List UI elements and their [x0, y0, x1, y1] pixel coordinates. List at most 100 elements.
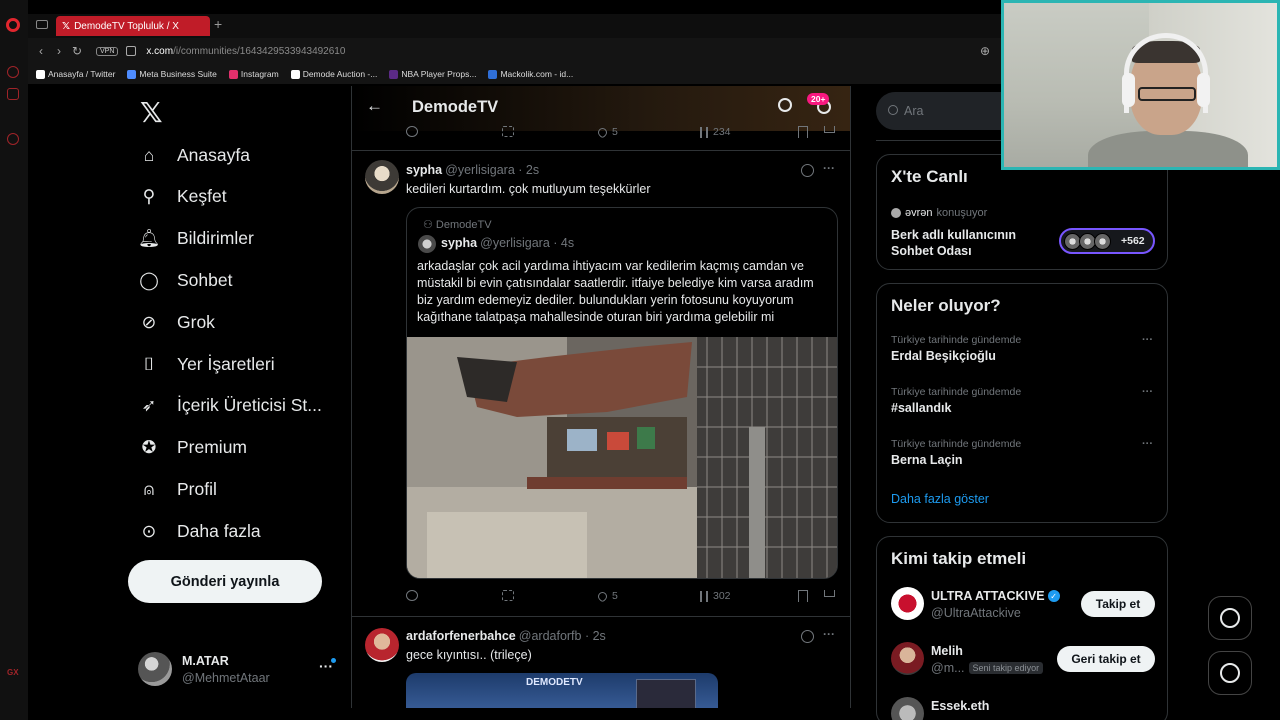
- like-count: 5: [612, 126, 618, 138]
- nav-item-8[interactable]: ✪ Premium: [138, 428, 247, 468]
- follow-suggestion[interactable]: Essek.eth: [891, 697, 1157, 720]
- follow-suggestion[interactable]: Melih @m... Seni takip ediyor Geri takip et: [891, 642, 1157, 682]
- quoted-tweet[interactable]: ⚇ DemodeTV sypha @yerlisigara · 4s arkada…: [406, 207, 838, 579]
- grok-icon[interactable]: [801, 164, 814, 177]
- person-icon: ⍝: [143, 478, 155, 499]
- nav-item-label: İçerik Üreticisi St...: [177, 395, 322, 416]
- follow-button[interactable]: Geri takip et: [1057, 646, 1155, 672]
- bookmark-item[interactable]: Demode Auction -...: [290, 69, 377, 79]
- space-title[interactable]: Berk adlı kullanıcının Sohbet Odası: [891, 227, 1041, 259]
- bookmark-item[interactable]: NBA Player Props...: [389, 69, 476, 79]
- back-icon[interactable]: ‹: [32, 44, 50, 58]
- retweet-icon[interactable]: [502, 126, 514, 137]
- tweet-photo[interactable]: [407, 337, 837, 578]
- trend-item[interactable]: Türkiye tarihinde gündemde Berna Laçin ···: [891, 438, 1157, 467]
- avatar[interactable]: [891, 642, 924, 675]
- more-icon[interactable]: ···: [823, 161, 835, 175]
- forward-icon[interactable]: ›: [50, 44, 68, 58]
- tweet-author[interactable]: ardaforfenerbahce @ardaforfb · 2s: [406, 629, 606, 643]
- lock-icon[interactable]: [126, 46, 137, 56]
- nav-item-3[interactable]: 🔔︎ Bildirimler: [138, 219, 254, 259]
- more-icon[interactable]: ···: [823, 627, 835, 641]
- tweet[interactable]: sypha @yerlisigara · 2s kedileri kurtardı…: [352, 150, 850, 616]
- nav-item-2[interactable]: ⚲ Keşfet: [138, 177, 227, 217]
- nav-item-9[interactable]: ⍝ Profil: [138, 469, 217, 509]
- sidebar-refresh-icon[interactable]: [7, 66, 19, 78]
- back-arrow-icon[interactable]: ←: [366, 96, 383, 116]
- nav-item-1[interactable]: ⌂ Anasayfa: [138, 135, 250, 175]
- bookmark-item[interactable]: Anasayfa / Twitter: [36, 69, 115, 79]
- tweet-avatar[interactable]: [365, 628, 399, 662]
- quote-text: arkadaşlar çok acil yardıma ihtiyacım va…: [417, 259, 814, 324]
- tweet-author[interactable]: sypha @yerlisigara · 2s: [406, 163, 539, 177]
- trend-topic: Berna Laçin: [891, 453, 963, 467]
- notification-badge: 20+: [807, 93, 830, 105]
- listener-avatar: [1094, 233, 1111, 250]
- search-icon[interactable]: [778, 98, 792, 112]
- show-more-link[interactable]: Daha fazla göster: [891, 492, 989, 506]
- nav-item-7[interactable]: ➶ İçerik Üreticisi St...: [138, 386, 322, 426]
- more-icon[interactable]: ···: [1142, 438, 1153, 450]
- trend-topic: #sallandık: [891, 401, 952, 415]
- grok-fab[interactable]: [1208, 596, 1252, 640]
- zoom-icon[interactable]: ⊕: [980, 44, 990, 58]
- bookmark-icon: ⌷: [143, 353, 155, 374]
- avatar: [138, 652, 172, 686]
- url-field[interactable]: x.com/i/communities/1643429533943492610: [146, 46, 345, 57]
- follow-suggestion[interactable]: ULTRA ATTACKIVE ✓ @UltraAttackive Takip et: [891, 587, 1157, 627]
- avatar[interactable]: [891, 587, 924, 620]
- bookmark-item[interactable]: Mackolik.com - id...: [488, 69, 573, 79]
- left-navigation: 𝕏 ⌂ Anasayfa ⚲ Keşfet 🔔︎ Bildirimler ◯ Sohbet ⊘ G…: [128, 86, 350, 720]
- views-icon[interactable]: [700, 590, 708, 602]
- trend-item[interactable]: Türkiye tarihinde gündemde Erdal Beşikçio…: [891, 334, 1157, 363]
- follow-button[interactable]: Takip et: [1081, 591, 1155, 617]
- bookmark-favicon-icon: [389, 69, 399, 79]
- account-switcher[interactable]: M.ATAR @MehmetAtaar ···: [138, 652, 338, 688]
- retweet-icon[interactable]: [502, 590, 514, 601]
- bookmark-favicon-icon: [488, 69, 498, 79]
- post-button[interactable]: Gönderi yayınla: [128, 560, 322, 603]
- bookmark-icon[interactable]: [798, 126, 808, 138]
- search-input[interactable]: Ara: [876, 92, 1016, 130]
- more-icon[interactable]: ···: [1142, 334, 1153, 346]
- tweet-avatar[interactable]: [365, 160, 399, 194]
- photo-caption: DEMODETV: [526, 677, 583, 688]
- reply-icon[interactable]: [406, 590, 418, 601]
- bookmark-icon[interactable]: [798, 590, 808, 602]
- x-logo-icon[interactable]: 𝕏: [140, 96, 163, 129]
- sidebar-clock-icon[interactable]: [7, 133, 19, 145]
- bookmark-item[interactable]: Meta Business Suite: [127, 69, 217, 79]
- active-tab[interactable]: 𝕏 DemodeTV Topluluk / X: [56, 16, 210, 36]
- share-icon[interactable]: [824, 126, 835, 133]
- nav-item-4[interactable]: ◯ Sohbet: [138, 260, 232, 300]
- messages-fab[interactable]: [1208, 651, 1252, 695]
- photo-panel: [636, 679, 696, 708]
- nav-item-5[interactable]: ⊘ Grok: [138, 302, 215, 342]
- like-icon[interactable]: [596, 589, 609, 603]
- bookmark-item[interactable]: Instagram: [228, 69, 279, 79]
- tab-switcher-icon[interactable]: [36, 20, 48, 29]
- new-tab-button[interactable]: +: [214, 16, 222, 32]
- gx-icon[interactable]: GX: [7, 668, 19, 677]
- like-icon[interactable]: [596, 125, 609, 139]
- trend-item[interactable]: Türkiye tarihinde gündemde #sallandık ···: [891, 386, 1157, 415]
- opera-logo-icon[interactable]: [6, 18, 20, 32]
- avatar[interactable]: [891, 697, 924, 720]
- reload-icon[interactable]: ↻: [68, 44, 86, 58]
- quote-avatar: [418, 235, 436, 253]
- listeners-pill[interactable]: +562: [1059, 228, 1155, 254]
- reply-icon[interactable]: [406, 126, 418, 137]
- nav-item-10[interactable]: ⊙ Daha fazla: [138, 511, 261, 551]
- nav-item-label: Anasayfa: [177, 144, 250, 165]
- sidebar-bag-icon[interactable]: [7, 88, 19, 100]
- bookmark-favicon-icon: [228, 69, 238, 79]
- trend-context: Türkiye tarihinde gündemde: [891, 386, 1022, 398]
- tweet[interactable]: ardaforfenerbahce @ardaforfb · 2s gece kı…: [352, 616, 850, 708]
- grok-icon[interactable]: [801, 630, 814, 643]
- nav-item-6[interactable]: ⌷ Yer İşaretleri: [138, 344, 275, 384]
- tweet-photo[interactable]: DEMODETV: [406, 673, 718, 708]
- share-icon[interactable]: [824, 590, 835, 597]
- views-icon[interactable]: [700, 126, 708, 138]
- more-icon[interactable]: ···: [1142, 386, 1153, 398]
- vpn-badge[interactable]: VPN: [96, 46, 119, 56]
